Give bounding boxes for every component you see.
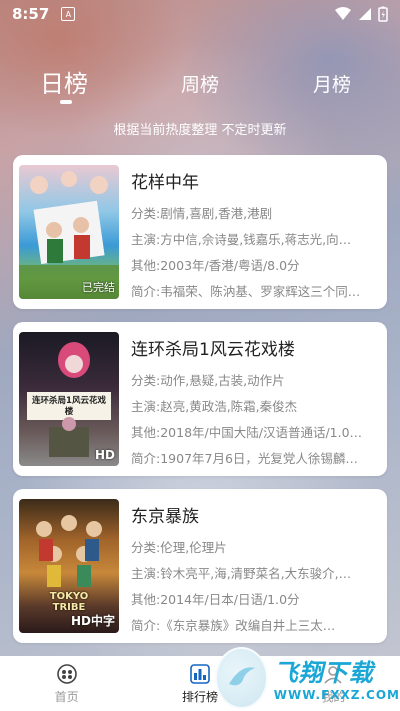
ranking-tabs: 日榜 周榜 月榜 — [0, 62, 400, 106]
movie-poster: TOKYO TRIBE HD中字 — [19, 499, 119, 633]
status-time: 8:57 — [12, 5, 50, 23]
watermark-logo-icon — [215, 646, 268, 709]
home-icon — [56, 663, 77, 684]
movie-summary: 简介:韦福荣、陈汭基、罗家辉这三个同… — [131, 284, 361, 299]
poster-label: 已完结 — [82, 281, 115, 294]
movie-title: 连环杀局1风云花戏楼 — [131, 340, 295, 360]
tab-monthly[interactable]: 月榜 — [313, 70, 351, 97]
watermark-text: 飞翔下载 WWW.FXXZ.COM — [274, 653, 400, 702]
tab-weekly[interactable]: 周榜 — [181, 70, 219, 97]
movie-summary: 简介:1907年7月6日，光复党人徐锡麟… — [131, 451, 358, 466]
status-icons — [334, 6, 388, 22]
movie-cast: 主演:方中信,佘诗曼,钱嘉乐,蒋志光,向… — [131, 232, 352, 247]
poster-title-text: TOKYO TRIBE — [49, 591, 89, 613]
movie-other: 其他:2014年/日本/日语/1.0分 — [131, 592, 300, 607]
poster-title-text: 连环杀局1风云花戏楼 — [32, 396, 106, 417]
watermark-main: 飞翔下载 — [273, 659, 374, 687]
movie-title: 花样中年 — [131, 173, 199, 193]
movie-cast: 主演:铃木亮平,海,清野菜名,大东骏介,… — [131, 566, 352, 581]
movie-other: 其他:2018年/中国大陆/汉语普通话/1.0… — [131, 425, 363, 440]
movie-summary: 简介:《东京暴族》改编自井上三太… — [131, 618, 336, 633]
movie-genre: 分类:伦理,伦理片 — [131, 540, 227, 555]
movie-title: 东京暴族 — [131, 507, 199, 527]
movie-poster: 连环杀局1风云花戏楼 HD — [19, 332, 119, 466]
movie-card[interactable]: 连环杀局1风云花戏楼 HD 连环杀局1风云花戏楼 分类:动作,悬疑,古装,动作片… — [13, 322, 387, 476]
ranking-icon — [190, 663, 210, 684]
signal-icon — [359, 8, 371, 20]
poster-label: HD — [94, 448, 115, 462]
wifi-icon — [335, 7, 351, 20]
movie-card[interactable]: TOKYO TRIBE HD中字 东京暴族 分类:伦理,伦理片 主演:铃木亮平,… — [13, 489, 387, 643]
nav-home-label: 首页 — [54, 689, 79, 704]
battery-icon — [378, 6, 388, 22]
movie-other: 其他:2003年/香港/粤语/8.0分 — [131, 258, 300, 273]
watermark: 飞翔下载 WWW.FXXZ.COM — [215, 644, 400, 711]
tab-indicator — [60, 100, 72, 104]
movie-card[interactable]: 已完结 花样中年 分类:剧情,喜剧,香港,港剧 主演:方中信,佘诗曼,钱嘉乐,蒋… — [13, 155, 387, 309]
watermark-url: WWW.FXXZ.COM — [273, 688, 400, 702]
tab-daily[interactable]: 日榜 — [40, 64, 88, 99]
movie-cast: 主演:赵亮,黄政浩,陈霜,秦俊杰 — [131, 399, 298, 414]
nav-ranking-label: 排行榜 — [181, 689, 218, 704]
nav-home[interactable]: 首页 — [0, 656, 133, 711]
notification-icon: A — [61, 7, 76, 21]
status-bar: 8:57 A — [0, 0, 400, 28]
poster-label: HD中字 — [70, 614, 115, 628]
movie-genre: 分类:动作,悬疑,古装,动作片 — [131, 373, 285, 388]
bird-icon — [229, 666, 256, 685]
subtitle: 根据当前热度整理 不定时更新 — [113, 123, 287, 138]
movie-poster: 已完结 — [19, 165, 119, 299]
movie-genre: 分类:剧情,喜剧,香港,港剧 — [131, 206, 273, 221]
